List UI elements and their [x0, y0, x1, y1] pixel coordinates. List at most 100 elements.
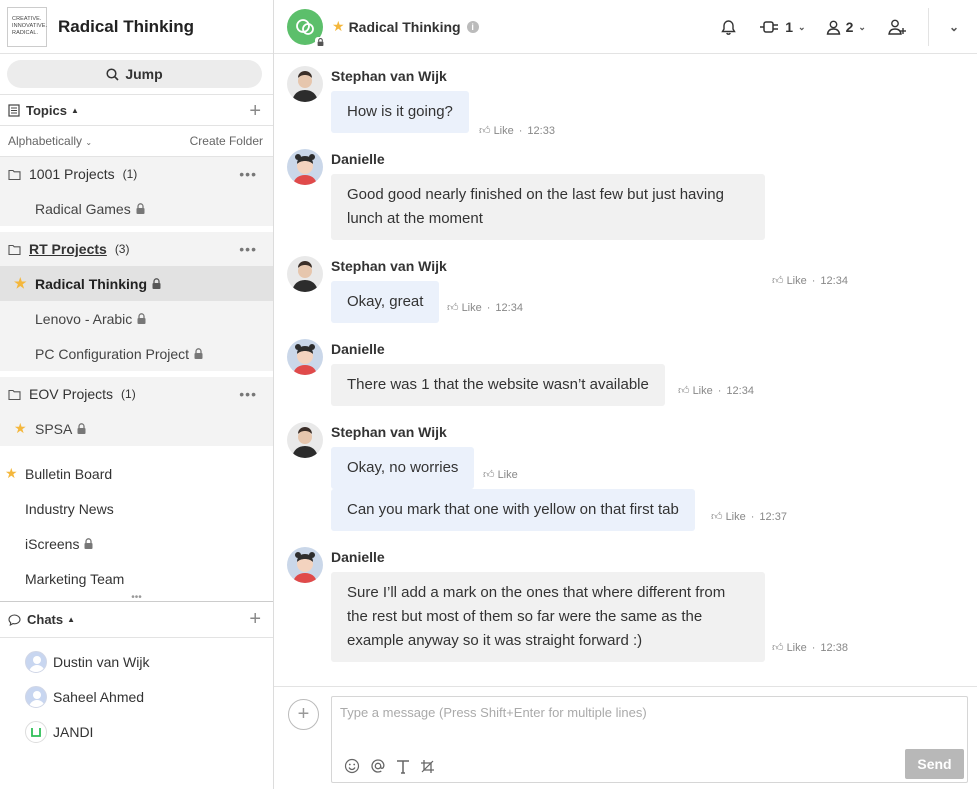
topic-pc-configuration-project[interactable]: PC Configuration Project — [0, 336, 273, 371]
mention-icon[interactable] — [370, 758, 386, 774]
topic-industry-news[interactable]: Industry News — [0, 491, 273, 526]
invite-member-button[interactable] — [888, 19, 907, 35]
avatar[interactable] — [287, 422, 323, 458]
timestamp: 12:37 — [759, 510, 787, 523]
like-button[interactable]: 👍︎ Like — [711, 510, 746, 523]
topic-name: Industry News — [25, 500, 114, 517]
like-label: Like — [497, 469, 518, 481]
logo-line: RADICAL. — [12, 30, 39, 36]
topic-name: iScreens — [25, 535, 80, 552]
topbar: ★ Radical Thinking i 1 ⌄ 2 ⌄ ⌄ — [274, 0, 977, 54]
chevron-down-icon: ⌄ — [798, 21, 806, 32]
create-folder-link[interactable]: Create Folder — [190, 134, 263, 148]
more-dropdown[interactable]: ⌄ — [949, 20, 959, 34]
add-topic-icon[interactable]: + — [249, 101, 261, 121]
lock-icon — [136, 203, 145, 214]
topic-marketing-team[interactable]: Marketing Team — [0, 561, 273, 596]
topic-name: Marketing Team — [25, 570, 125, 587]
folder-1001-projects: 1001 Projects (1) ••• Radical Games — [0, 157, 273, 226]
like-button[interactable]: 👍︎ Like — [772, 274, 807, 287]
topic-bulletin-board[interactable]: ★ Bulletin Board — [0, 456, 273, 491]
like-button[interactable]: 👍︎ Like — [483, 468, 518, 481]
folder-header[interactable]: RT Projects (3) ••• — [0, 232, 273, 266]
chat-dustin-van-wijk[interactable]: Dustin van Wijk — [0, 644, 273, 679]
message-list: Stephan van Wijk How is it going? 👍︎ Lik… — [274, 54, 977, 686]
message-bubble[interactable]: Okay, great — [331, 281, 440, 323]
avatar[interactable] — [287, 547, 323, 583]
sender-name[interactable]: Stephan van Wijk — [331, 258, 447, 274]
sender-name[interactable]: Stephan van Wijk — [331, 68, 447, 84]
like-button[interactable]: 👍︎ Like — [678, 384, 713, 397]
topic-radical-thinking[interactable]: ★ Radical Thinking — [0, 266, 273, 301]
avatar[interactable] — [287, 339, 323, 375]
chats-header[interactable]: Chats ▲ + — [0, 602, 273, 638]
avatar[interactable] — [287, 256, 323, 292]
folder-eov-projects: EOV Projects (1) ••• ★ SPSA — [0, 377, 273, 446]
logo-line: INNOVATIVE. — [12, 23, 48, 29]
text-format-icon[interactable] — [396, 759, 410, 774]
message-bubble[interactable]: Okay, no worries — [331, 447, 475, 489]
team-name[interactable]: Radical Thinking — [58, 17, 194, 37]
message-bubble[interactable]: There was 1 that the website wasn’t avai… — [331, 364, 665, 406]
topics-header[interactable]: Topics ▲ + — [0, 94, 273, 126]
message-bubble[interactable]: Good good nearly finished on the last fe… — [331, 174, 765, 240]
chat-jandi[interactable]: JANDI — [0, 714, 273, 749]
sender-name[interactable]: Danielle — [331, 151, 385, 167]
message-bubble[interactable]: Sure I’ll add a mark on the ones that wh… — [331, 572, 765, 662]
notification-bell[interactable] — [720, 19, 737, 36]
topic-radical-games[interactable]: Radical Games — [0, 191, 273, 226]
divider — [927, 8, 929, 46]
avatar[interactable] — [287, 149, 323, 185]
like-button[interactable]: 👍︎ Like — [447, 301, 482, 314]
room-icon[interactable] — [287, 8, 326, 48]
star-icon[interactable]: ★ — [332, 18, 345, 35]
sender-name[interactable]: Danielle — [331, 549, 385, 565]
message-input[interactable]: Type a message (Press Shift+Enter for mu… — [331, 696, 968, 783]
emoji-icon[interactable] — [344, 758, 360, 774]
like-button[interactable]: 👍︎ Like — [772, 641, 807, 654]
topic-iscreens[interactable]: iScreens — [0, 526, 273, 561]
message-meta: 👍︎ Like — [483, 468, 518, 481]
crop-icon[interactable] — [420, 759, 435, 774]
info-icon[interactable]: i — [466, 20, 479, 33]
attach-button[interactable]: + — [288, 699, 319, 730]
avatar[interactable] — [287, 66, 323, 102]
members-dropdown[interactable]: 2 ⌄ — [826, 19, 866, 35]
topic-spsa[interactable]: ★ SPSA — [0, 411, 273, 446]
sender-name[interactable]: Stephan van Wijk — [331, 424, 447, 440]
sort-row: Alphabetically ⌄ Create Folder — [0, 126, 273, 157]
like-label: Like — [692, 385, 713, 397]
add-chat-icon[interactable]: + — [249, 609, 261, 629]
sort-label: Alphabetically — [8, 134, 83, 148]
like-button[interactable]: 👍︎ Like — [479, 124, 514, 137]
folder-icon — [8, 389, 21, 400]
timestamp: 12:33 — [527, 124, 555, 137]
more-icon[interactable]: ••• — [239, 166, 257, 182]
team-logo[interactable]: CREATIVE. INNOVATIVE. RADICAL. — [7, 6, 48, 47]
chat-name: Saheel Ahmed — [53, 688, 145, 705]
chevron-down-icon: ⌄ — [948, 20, 959, 34]
sender-name[interactable]: Danielle — [331, 341, 385, 357]
topic-lenovo-arabic[interactable]: Lenovo - Arabic — [0, 301, 273, 336]
connect-dropdown[interactable]: 1 ⌄ — [759, 19, 806, 35]
plus-icon: + — [297, 703, 310, 725]
more-icon[interactable]: ••• — [239, 386, 257, 402]
message-bubble[interactable]: Can you mark that one with yellow on tha… — [331, 489, 695, 531]
send-button[interactable]: Send — [905, 749, 964, 779]
lock-icon — [152, 278, 161, 289]
folder-header[interactable]: EOV Projects (1) ••• — [0, 377, 273, 411]
topics-icon — [8, 103, 20, 117]
avatar — [25, 650, 47, 673]
connect-count: 1 — [785, 19, 794, 35]
team-header: CREATIVE. INNOVATIVE. RADICAL. Radical T… — [0, 0, 273, 54]
chats-title: Chats — [27, 612, 64, 627]
folder-header[interactable]: 1001 Projects (1) ••• — [0, 157, 273, 191]
message-bubble[interactable]: How is it going? — [331, 91, 469, 133]
message-meta: 👍︎ Like · 12:37 — [711, 510, 787, 524]
jump-button[interactable]: Jump — [7, 60, 262, 88]
chat-saheel-ahmed[interactable]: Saheel Ahmed — [0, 679, 273, 714]
sort-dropdown[interactable]: Alphabetically ⌄ — [8, 134, 92, 148]
topics-title: Topics — [26, 102, 67, 118]
more-icon[interactable]: ••• — [239, 241, 257, 257]
avatar — [25, 685, 47, 708]
